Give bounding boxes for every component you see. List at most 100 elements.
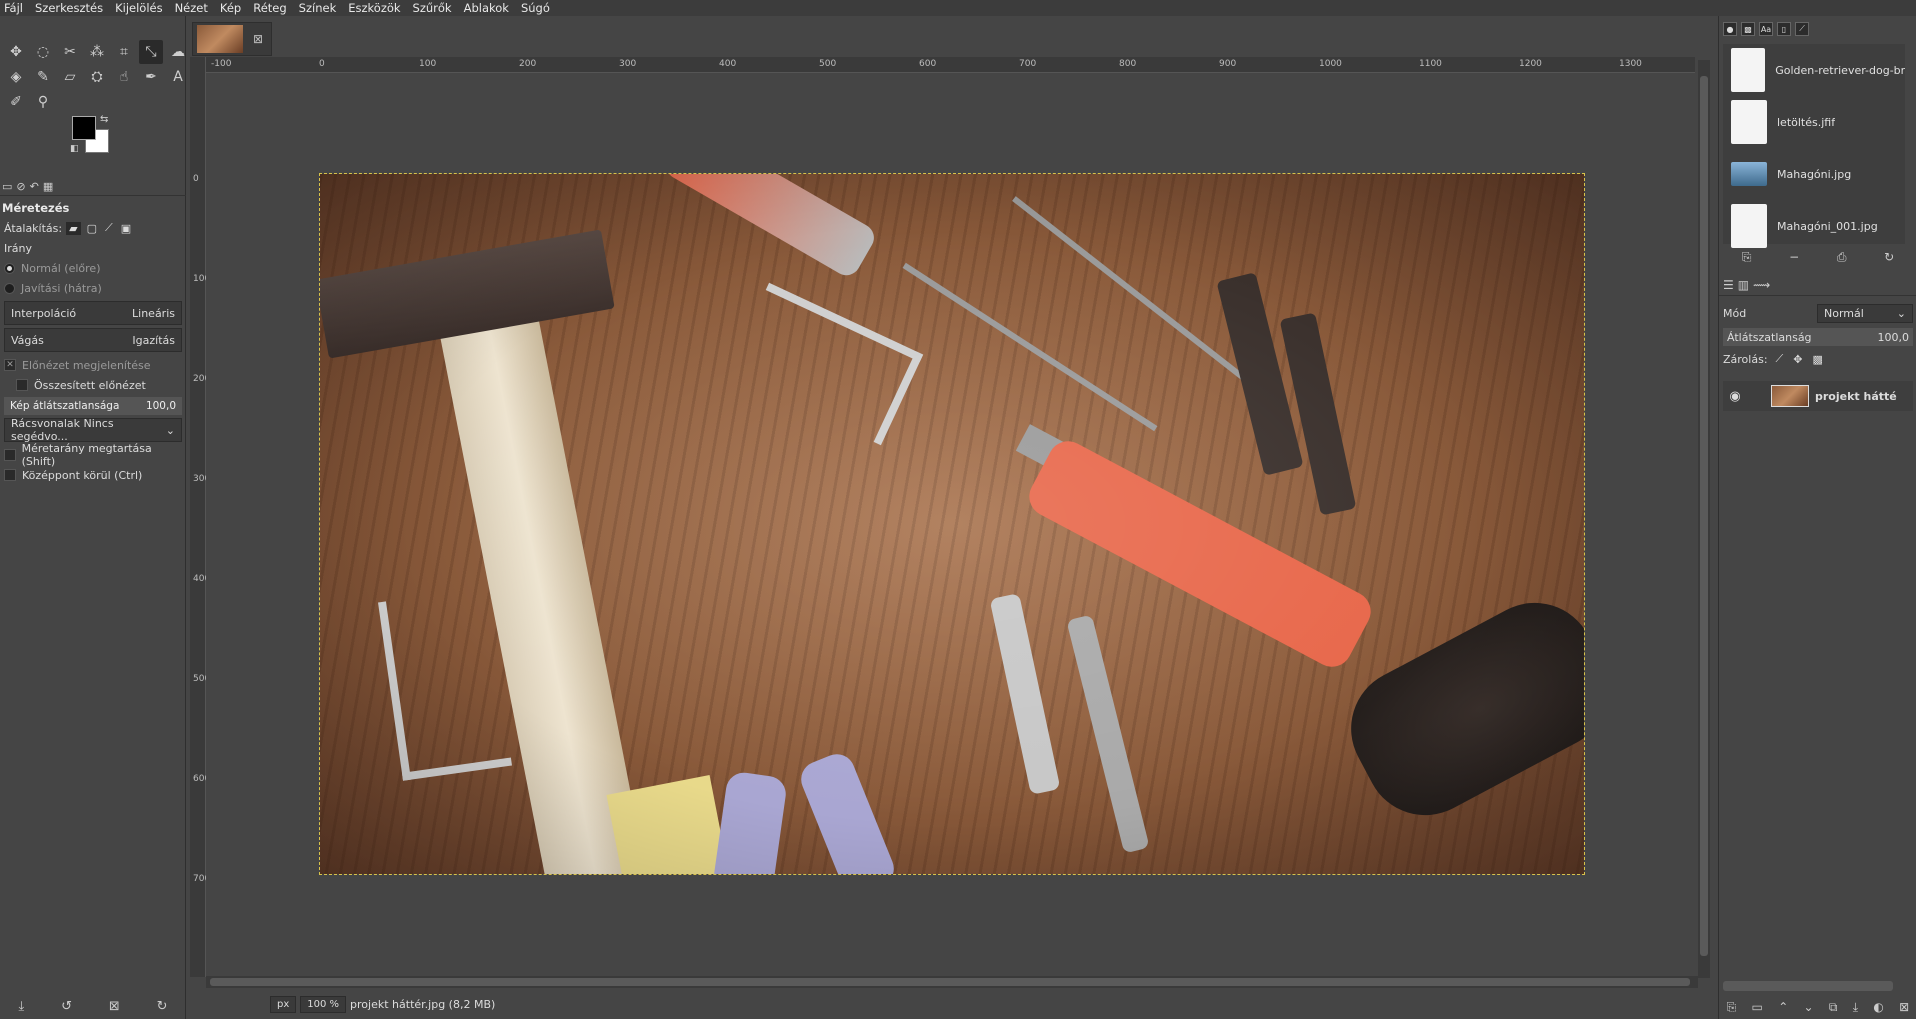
show-preview-check[interactable]: ✕ Előnézet megjelenítése [0, 355, 186, 375]
undo-history-tab-icon[interactable]: ↶ [30, 180, 39, 193]
mask-icon[interactable]: ◐ [1873, 1000, 1883, 1014]
default-colors-icon[interactable]: ◧ [70, 144, 79, 154]
raise-layer-icon[interactable]: ⌃ [1778, 1000, 1788, 1014]
list-item[interactable]: Mahagóni.jpg [1723, 148, 1905, 200]
layers-scrollbar[interactable] [1723, 981, 1893, 991]
layer-opacity-slider[interactable]: Átlátszatlanság 100,0 [1723, 328, 1913, 346]
remove-document-icon[interactable]: − [1789, 250, 1799, 264]
paths-tool-icon[interactable]: ✒ [139, 65, 163, 89]
restore-preset-icon[interactable]: ↺ [61, 999, 72, 1014]
interpolation-select[interactable]: Interpoláció Lineáris [4, 301, 182, 325]
tool-options-tab-icon[interactable]: ▭ [2, 180, 12, 193]
images-tab-icon[interactable]: ▦ [43, 180, 53, 193]
open-document-icon[interactable]: ⎘ [1742, 250, 1752, 265]
lock-pixels-icon[interactable]: ⟋ [1776, 352, 1784, 366]
menu-windows[interactable]: Ablakok [464, 1, 509, 15]
transform-image-icon[interactable]: ▣ [121, 222, 131, 235]
menu-colors[interactable]: Színek [299, 1, 337, 15]
radio-normal[interactable] [4, 262, 15, 274]
brushes-tab-icon[interactable]: ● [1723, 22, 1737, 36]
list-item[interactable]: letöltés.jfif [1723, 96, 1905, 148]
move-tool-icon[interactable]: ✥ [4, 40, 28, 64]
composited-preview-checkbox[interactable] [16, 379, 28, 391]
merge-layer-icon[interactable]: ⤓ [1853, 1000, 1858, 1015]
menu-file[interactable]: Fájl [4, 1, 23, 15]
vertical-scrollbar[interactable] [1698, 60, 1710, 978]
direction-normal-radio[interactable]: Normál (előre) [0, 258, 186, 278]
keep-aspect-checkbox[interactable] [4, 449, 16, 461]
guides-select[interactable]: Rácsvonalak Nincs segédvo... ⌄ [4, 417, 182, 443]
delete-preset-icon[interactable]: ⊠ [109, 999, 120, 1014]
clear-history-icon[interactable]: ⎙ [1837, 250, 1847, 265]
transform-selection-icon[interactable]: ▢ [87, 222, 97, 235]
menu-layer[interactable]: Réteg [253, 1, 286, 15]
new-layer-icon[interactable]: ⎘ [1727, 1000, 1737, 1015]
lower-layer-icon[interactable]: ⌄ [1804, 1000, 1814, 1014]
radio-corrective[interactable] [4, 282, 15, 294]
fg-bg-colors[interactable]: ⇆ ◧ [70, 114, 122, 166]
channels-tab-icon[interactable]: ▥ [1738, 278, 1749, 292]
layers-tab-icon[interactable]: ☰ [1723, 278, 1734, 292]
swap-colors-icon[interactable]: ⇆ [100, 114, 108, 125]
lasso-tool-icon[interactable]: ◌ [31, 40, 55, 64]
image-opacity-slider[interactable]: Kép átlátszatlansága 100,0 [4, 397, 182, 415]
transform-path-icon[interactable]: ⟋ [105, 221, 113, 235]
delete-layer-icon[interactable]: ⊠ [1899, 1000, 1909, 1014]
device-status-tab-icon[interactable]: ⊘ [16, 180, 25, 193]
horizontal-ruler[interactable]: -100 0 100 200 300 400 500 600 700 800 9… [205, 57, 1695, 73]
direction-corrective-radio[interactable]: Javítási (hátra) [0, 278, 186, 298]
menu-view[interactable]: Nézet [175, 1, 208, 15]
horizontal-scrollbar[interactable] [206, 976, 1698, 988]
visibility-eye-icon[interactable]: ◉ [1723, 389, 1747, 404]
eraser-icon[interactable]: ▱ [58, 65, 82, 89]
paths-tab-icon[interactable]: ⟿ [1753, 278, 1770, 292]
keep-aspect-check[interactable]: Méretarány megtartása (Shift) [0, 442, 186, 468]
clone-tool-icon[interactable]: ⛭ [85, 65, 109, 89]
duplicate-layer-icon[interactable]: ⧉ [1829, 1000, 1838, 1015]
scale-tool-icon[interactable]: ⤡ [139, 40, 163, 64]
lock-position-icon[interactable]: ✥ [1793, 353, 1802, 366]
close-icon[interactable]: ⊠ [253, 32, 263, 46]
refresh-icon[interactable]: ↻ [1884, 250, 1894, 264]
scrollbar-thumb[interactable] [210, 978, 1690, 986]
scrollbar-thumb[interactable] [1700, 76, 1708, 956]
save-preset-icon[interactable]: ⤓ [18, 999, 24, 1014]
zoom-select[interactable]: 100 % [300, 996, 347, 1013]
menu-edit[interactable]: Szerkesztés [35, 1, 103, 15]
documents-tab-icon[interactable]: ▯ [1777, 22, 1791, 36]
clipping-select[interactable]: Vágás Igazítás [4, 328, 182, 352]
image-canvas[interactable] [206, 74, 1696, 974]
fuzzy-select-icon[interactable]: ⁂ [85, 40, 109, 64]
bucket-fill-icon[interactable]: ◈ [4, 65, 28, 89]
zoom-tool-icon[interactable]: ⚲ [31, 90, 55, 114]
layer-row[interactable]: ◉ projekt hátté [1723, 381, 1913, 411]
reset-options-icon[interactable]: ↻ [157, 999, 168, 1014]
show-preview-checkbox[interactable]: ✕ [4, 359, 16, 371]
composited-preview-check[interactable]: Összesített előnézet [0, 375, 186, 395]
mode-select[interactable]: Normál ⌄ [1817, 304, 1913, 323]
paintbrush-icon[interactable]: ✎ [31, 65, 55, 89]
vertical-ruler[interactable]: 0 100 200 300 400 500 600 700 [190, 57, 210, 977]
menu-select[interactable]: Kijelölés [115, 1, 163, 15]
tools-photo[interactable] [319, 173, 1585, 875]
text-tool-icon[interactable]: A [166, 65, 190, 89]
menu-filters[interactable]: Szűrők [413, 1, 452, 15]
foreground-color[interactable] [72, 116, 96, 140]
new-group-icon[interactable]: ▭ [1752, 1000, 1763, 1014]
list-item[interactable]: Golden-retriever-dog-bre [1723, 44, 1905, 96]
patterns-tab-icon[interactable]: ▩ [1741, 22, 1755, 36]
image-tab[interactable]: ⊠ [192, 22, 272, 56]
fonts-tab-icon[interactable]: Aa [1759, 22, 1773, 36]
menu-tools[interactable]: Eszközök [348, 1, 400, 15]
transform-layer-icon[interactable]: ▰ [66, 221, 81, 235]
brush-editor-tab-icon[interactable]: ⟋ [1795, 22, 1809, 36]
smudge-tool-icon[interactable]: ☝ [112, 65, 136, 89]
menu-image[interactable]: Kép [220, 1, 241, 15]
lock-alpha-icon[interactable]: ▩ [1812, 353, 1822, 366]
around-center-checkbox[interactable] [4, 469, 16, 481]
color-picker-icon[interactable]: ✐ [4, 90, 28, 114]
list-item[interactable]: Mahagóni_001.jpg [1723, 200, 1905, 252]
crop-tool-icon[interactable]: ⌗ [112, 40, 136, 64]
warp-tool-icon[interactable]: ☁ [166, 40, 190, 64]
menu-help[interactable]: Súgó [521, 1, 550, 15]
